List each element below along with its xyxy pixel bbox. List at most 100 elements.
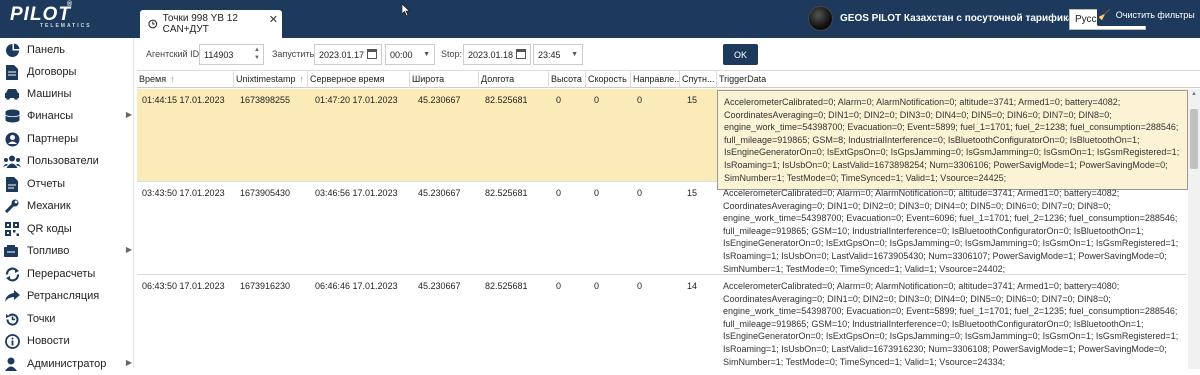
start-label: Запустить:	[272, 49, 317, 59]
tab-points[interactable]: Точки 998 YB 12 CAN+ДУТ ✕	[140, 10, 282, 38]
cell-speed: 0	[594, 95, 600, 105]
sidebar-item-qr-codes[interactable]: QR коды	[0, 218, 134, 240]
cell-alt: 0	[556, 281, 562, 291]
pilot-logo[interactable]: PILOT ® TELEMATICS	[6, 1, 134, 36]
recalc-icon	[3, 266, 21, 282]
table-row[interactable]: 03:43:50 17.01.2023 1673905430 03:46:56 …	[137, 182, 1187, 275]
cell-time: 03:43:50 17.01.2023	[142, 188, 225, 198]
table-header: Время ↑ Unixtimestamp ↑ Серверное время Ши…	[137, 71, 1200, 88]
start-date-input[interactable]: 2023.01.17	[314, 44, 382, 65]
cell-trigger-data[interactable]: AccelerometerCalibrated=0; Alarm=0; Alar…	[717, 275, 1188, 373]
history-icon	[148, 19, 158, 29]
sidebar-item-points[interactable]: Точки	[0, 308, 134, 330]
calendar-icon[interactable]	[367, 49, 377, 59]
sidebar-item-retranslation[interactable]: Ретрансляция	[0, 285, 134, 307]
cell-alt: 0	[556, 188, 562, 198]
sidebar-item-label: Механик	[27, 200, 71, 212]
sidebar-item-label: Топливо	[27, 245, 70, 257]
company-name[interactable]: GEOS PILOT Казахстан с посуточной тарифи…	[840, 13, 1098, 24]
chevron-down-icon: ▼	[571, 51, 578, 58]
cell-alt: 0	[556, 95, 562, 105]
stop-time-select[interactable]: 23:45 ▼	[533, 44, 583, 65]
document-icon	[3, 64, 21, 80]
points-table: Время ↑ Unixtimestamp ↑ Серверное время Ши…	[137, 70, 1200, 369]
column-header-alt[interactable]: Высота	[549, 71, 586, 88]
cell-lat: 45.230667	[418, 281, 461, 291]
cell-speed: 0	[594, 281, 600, 291]
info-icon	[3, 333, 21, 349]
column-header-lat[interactable]: Широта	[410, 71, 479, 88]
sidebar-item-label: QR коды	[27, 223, 72, 235]
cell-trigger-data[interactable]: AccelerometerCalibrated=0; Alarm=0; Alar…	[717, 90, 1188, 191]
cell-server-time: 06:46:46 17.01.2023	[315, 281, 398, 291]
column-header-speed[interactable]: Скорость	[586, 71, 631, 88]
table-row[interactable]: 01:44:15 17.01.2023 1673898255 01:47:20 …	[137, 89, 1188, 191]
sidebar-item-label: Перерасчеты	[27, 268, 96, 280]
wrench-icon	[3, 198, 21, 214]
sort-arrow-icon[interactable]: ↑	[170, 74, 175, 84]
sidebar-item-news[interactable]: Новости	[0, 330, 134, 352]
stop-time-value: 23:45	[538, 50, 561, 60]
table-row[interactable]: 06:43:50 17.01.2023 1673916230 06:46:46 …	[137, 275, 1187, 369]
column-header-lon[interactable]: Долгота	[479, 71, 549, 88]
cell-direction: 0	[637, 188, 643, 198]
cell-server-time: 03:46:56 17.01.2023	[315, 188, 398, 198]
column-header-unix[interactable]: Unixtimestamp ↑	[234, 71, 308, 88]
sidebar-item-fuel[interactable]: Топливо ▶	[0, 240, 134, 262]
scroll-up-icon[interactable]: ▲	[1191, 91, 1197, 97]
sidebar-item-recalculations[interactable]: Перерасчеты	[0, 263, 134, 285]
sidebar-item-mechanic[interactable]: Механик	[0, 195, 134, 217]
report-icon	[3, 176, 21, 192]
stop-date-input[interactable]: 2023.01.18	[463, 44, 531, 65]
sidebar-item-label: Партнеры	[27, 133, 79, 145]
sidebar-item-users[interactable]: Пользователи	[0, 150, 134, 172]
calendar-icon[interactable]	[516, 49, 526, 59]
start-time-select[interactable]: 00:00 ▼	[385, 44, 435, 65]
sort-arrow-icon[interactable]: ↑	[300, 74, 305, 84]
sidebar-item-reports[interactable]: Отчеты	[0, 173, 134, 195]
sidebar-item-label: Пользователи	[27, 155, 99, 167]
close-icon[interactable]: ✕	[269, 13, 278, 26]
users-icon	[3, 153, 21, 169]
cell-unix: 1673898255	[240, 95, 291, 105]
agent-id-value: 114903	[204, 50, 234, 60]
sidebar-item-label: Машины	[27, 88, 72, 100]
column-header-time[interactable]: Время ↑	[137, 71, 234, 88]
ok-button[interactable]: OK	[723, 44, 758, 65]
sidebar-item-vehicles[interactable]: Машины	[0, 83, 134, 105]
company-globe-icon	[808, 6, 833, 31]
column-header-satellites[interactable]: Спутн...	[680, 71, 717, 88]
chevron-right-icon: ▶	[125, 110, 132, 119]
broom-icon: 🧹	[1098, 9, 1111, 21]
cell-time: 06:43:50 17.01.2023	[142, 281, 225, 291]
sidebar-item-partners[interactable]: Партнеры	[0, 128, 134, 150]
user-circle-icon	[3, 131, 21, 147]
cell-direction: 0	[637, 95, 643, 105]
cell-speed: 0	[594, 188, 600, 198]
logo-registered-mark: ®	[67, 1, 74, 8]
sidebar-item-label: Панель	[27, 44, 66, 56]
cell-satellites: 14	[687, 281, 698, 291]
clear-filters-label: Очистить фильтры	[1115, 10, 1195, 20]
sidebar-item-finance[interactable]: Финансы ▶	[0, 105, 134, 127]
cell-lat: 45.230667	[418, 95, 461, 105]
fuel-icon	[3, 243, 21, 259]
column-header-direction[interactable]: Направле...	[631, 71, 680, 88]
cell-lon: 82.525681	[485, 95, 528, 105]
qr-icon	[3, 221, 21, 237]
sidebar-item-administrator[interactable]: Администратор ▶	[0, 353, 134, 375]
spinner-icon[interactable]: ▲ ▼	[254, 46, 260, 62]
history-icon	[3, 311, 21, 327]
column-header-server-time[interactable]: Серверное время	[308, 71, 410, 88]
agent-id-input[interactable]: 114903 ▲ ▼	[199, 44, 264, 65]
stop-date-value: 2023.01.18	[468, 50, 514, 60]
sidebar-item-contracts[interactable]: Договоры	[0, 61, 134, 83]
vertical-scrollbar[interactable]: ▲	[1188, 89, 1200, 369]
tab-label: Точки 998 YB 12 CAN+ДУТ	[162, 13, 238, 35]
scrollbar-thumb[interactable]	[1190, 109, 1198, 169]
clear-filters-button[interactable]: 🧹 Очистить фильтры	[1097, 4, 1196, 26]
sidebar-item-dashboard[interactable]: Панель	[0, 39, 134, 61]
cell-trigger-data[interactable]: AccelerometerCalibrated=0; Alarm=0; Alar…	[717, 182, 1188, 280]
column-header-trigger[interactable]: TriggerData	[717, 71, 1188, 88]
chevron-right-icon: ▶	[125, 358, 132, 367]
